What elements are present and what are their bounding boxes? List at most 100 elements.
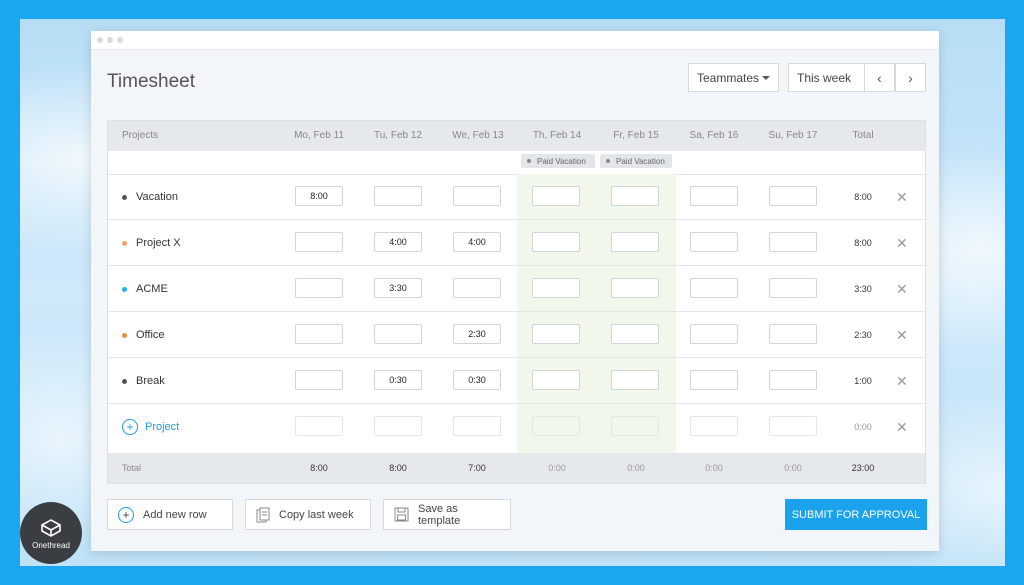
window-dot [117, 37, 123, 43]
time-input[interactable] [611, 186, 659, 206]
day-total: 8:00 [310, 463, 328, 473]
window-dot [107, 37, 113, 43]
remove-row-icon[interactable]: ✕ [896, 404, 908, 450]
save-template-label: Save as template [418, 502, 461, 527]
row-total: 8:00 [854, 192, 872, 202]
time-input[interactable] [453, 186, 501, 206]
copy-icon [256, 507, 270, 523]
project-name: Project X [136, 237, 181, 249]
time-input[interactable] [532, 370, 580, 390]
brand-logo-icon [41, 518, 61, 537]
time-input[interactable] [769, 324, 817, 344]
chevron-right-icon: › [908, 69, 913, 86]
project-name: Break [136, 375, 165, 387]
submit-for-approval-button[interactable]: SUBMIT FOR APPROVAL [785, 499, 927, 530]
prev-week-button[interactable]: ‹ [864, 63, 895, 92]
time-input[interactable]: 4:00 [374, 232, 422, 252]
time-input[interactable] [769, 278, 817, 298]
next-week-button[interactable]: › [895, 63, 926, 92]
time-input[interactable]: 4:00 [453, 232, 501, 252]
time-input[interactable]: 2:30 [453, 324, 501, 344]
plus-circle-icon: + [118, 506, 134, 523]
remove-row-icon[interactable]: ✕ [896, 220, 908, 266]
project-name: Office [136, 329, 165, 341]
project-name: Vacation [136, 191, 178, 203]
time-input[interactable] [374, 416, 422, 436]
time-input[interactable] [611, 324, 659, 344]
add-row-button[interactable]: + Add new row [107, 499, 233, 530]
footer-label: Total [122, 463, 142, 473]
teammates-label: Teammates [697, 70, 760, 85]
time-input[interactable] [611, 232, 659, 252]
day-total: 0:00 [548, 463, 566, 473]
time-input[interactable] [611, 370, 659, 390]
time-input[interactable] [295, 324, 343, 344]
remove-row-icon[interactable]: ✕ [896, 358, 908, 404]
row-total: 0:00 [854, 422, 872, 432]
time-input[interactable] [769, 416, 817, 436]
time-input[interactable] [295, 278, 343, 298]
time-input[interactable] [690, 278, 738, 298]
time-input[interactable] [532, 186, 580, 206]
day-total: 8:00 [389, 463, 407, 473]
column-header-total: Total [852, 130, 874, 141]
time-input[interactable] [769, 186, 817, 206]
copy-last-week-button[interactable]: Copy last week [245, 499, 371, 530]
table-row: Break 0:30 0:30 1:00 ✕ [108, 358, 925, 404]
time-input[interactable] [295, 416, 343, 436]
add-project-row: + Project 0:00 ✕ [108, 404, 925, 450]
project-name: ACME [136, 283, 168, 295]
row-total: 1:00 [854, 376, 872, 386]
project-dot-icon [122, 332, 127, 338]
add-project-button[interactable]: + Project [122, 404, 179, 450]
time-input[interactable] [690, 186, 738, 206]
column-header-day: Tu, Feb 12 [374, 130, 422, 141]
remove-row-icon[interactable]: ✕ [896, 174, 908, 220]
time-input[interactable] [295, 370, 343, 390]
table-footer: Total 8:00 8:00 7:00 0:00 0:00 0:00 0:00… [108, 453, 925, 483]
week-label[interactable]: This week [788, 63, 864, 92]
table-row: Office 2:30 2:30 ✕ [108, 312, 925, 358]
time-input[interactable] [295, 232, 343, 252]
project-cell: Vacation [122, 174, 178, 220]
time-input[interactable] [769, 232, 817, 252]
time-input[interactable]: 0:30 [374, 370, 422, 390]
remove-row-icon[interactable]: ✕ [896, 312, 908, 358]
table-row: Vacation 8:00 8:00 ✕ [108, 174, 925, 220]
add-project-label: Project [145, 421, 180, 433]
time-input[interactable]: 8:00 [295, 186, 343, 206]
time-input[interactable] [453, 278, 501, 298]
time-input[interactable] [611, 278, 659, 298]
time-input[interactable] [690, 416, 738, 436]
column-header-day: Fr, Feb 15 [613, 130, 659, 141]
bullet-icon [606, 159, 610, 163]
time-input[interactable]: 0:30 [453, 370, 501, 390]
teammates-dropdown[interactable]: Teammates [688, 63, 779, 92]
app-window: Timesheet Teammates This week ‹ › Projec… [91, 31, 939, 551]
time-input[interactable] [611, 416, 659, 436]
save-template-button[interactable]: Save as template [383, 499, 511, 530]
status-badge: Paid Vacation [521, 154, 595, 168]
project-cell: ACME [122, 266, 168, 312]
brand-name: Onethread [32, 540, 70, 550]
badge-label: Paid Vacation [537, 156, 586, 166]
day-total: 0:00 [627, 463, 645, 473]
chevron-left-icon: ‹ [877, 69, 882, 86]
time-input[interactable] [532, 324, 580, 344]
time-input[interactable] [532, 416, 580, 436]
time-input[interactable]: 3:30 [374, 278, 422, 298]
time-input[interactable] [690, 324, 738, 344]
time-input[interactable] [769, 370, 817, 390]
row-total: 8:00 [854, 238, 872, 248]
time-input[interactable] [453, 416, 501, 436]
time-input[interactable] [374, 186, 422, 206]
page-title: Timesheet [107, 71, 195, 92]
time-input[interactable] [532, 232, 580, 252]
time-input[interactable] [374, 324, 422, 344]
time-input[interactable] [532, 278, 580, 298]
save-icon [394, 507, 409, 522]
time-input[interactable] [690, 370, 738, 390]
time-input[interactable] [690, 232, 738, 252]
header-controls: Teammates This week ‹ › [688, 63, 926, 92]
remove-row-icon[interactable]: ✕ [896, 266, 908, 312]
